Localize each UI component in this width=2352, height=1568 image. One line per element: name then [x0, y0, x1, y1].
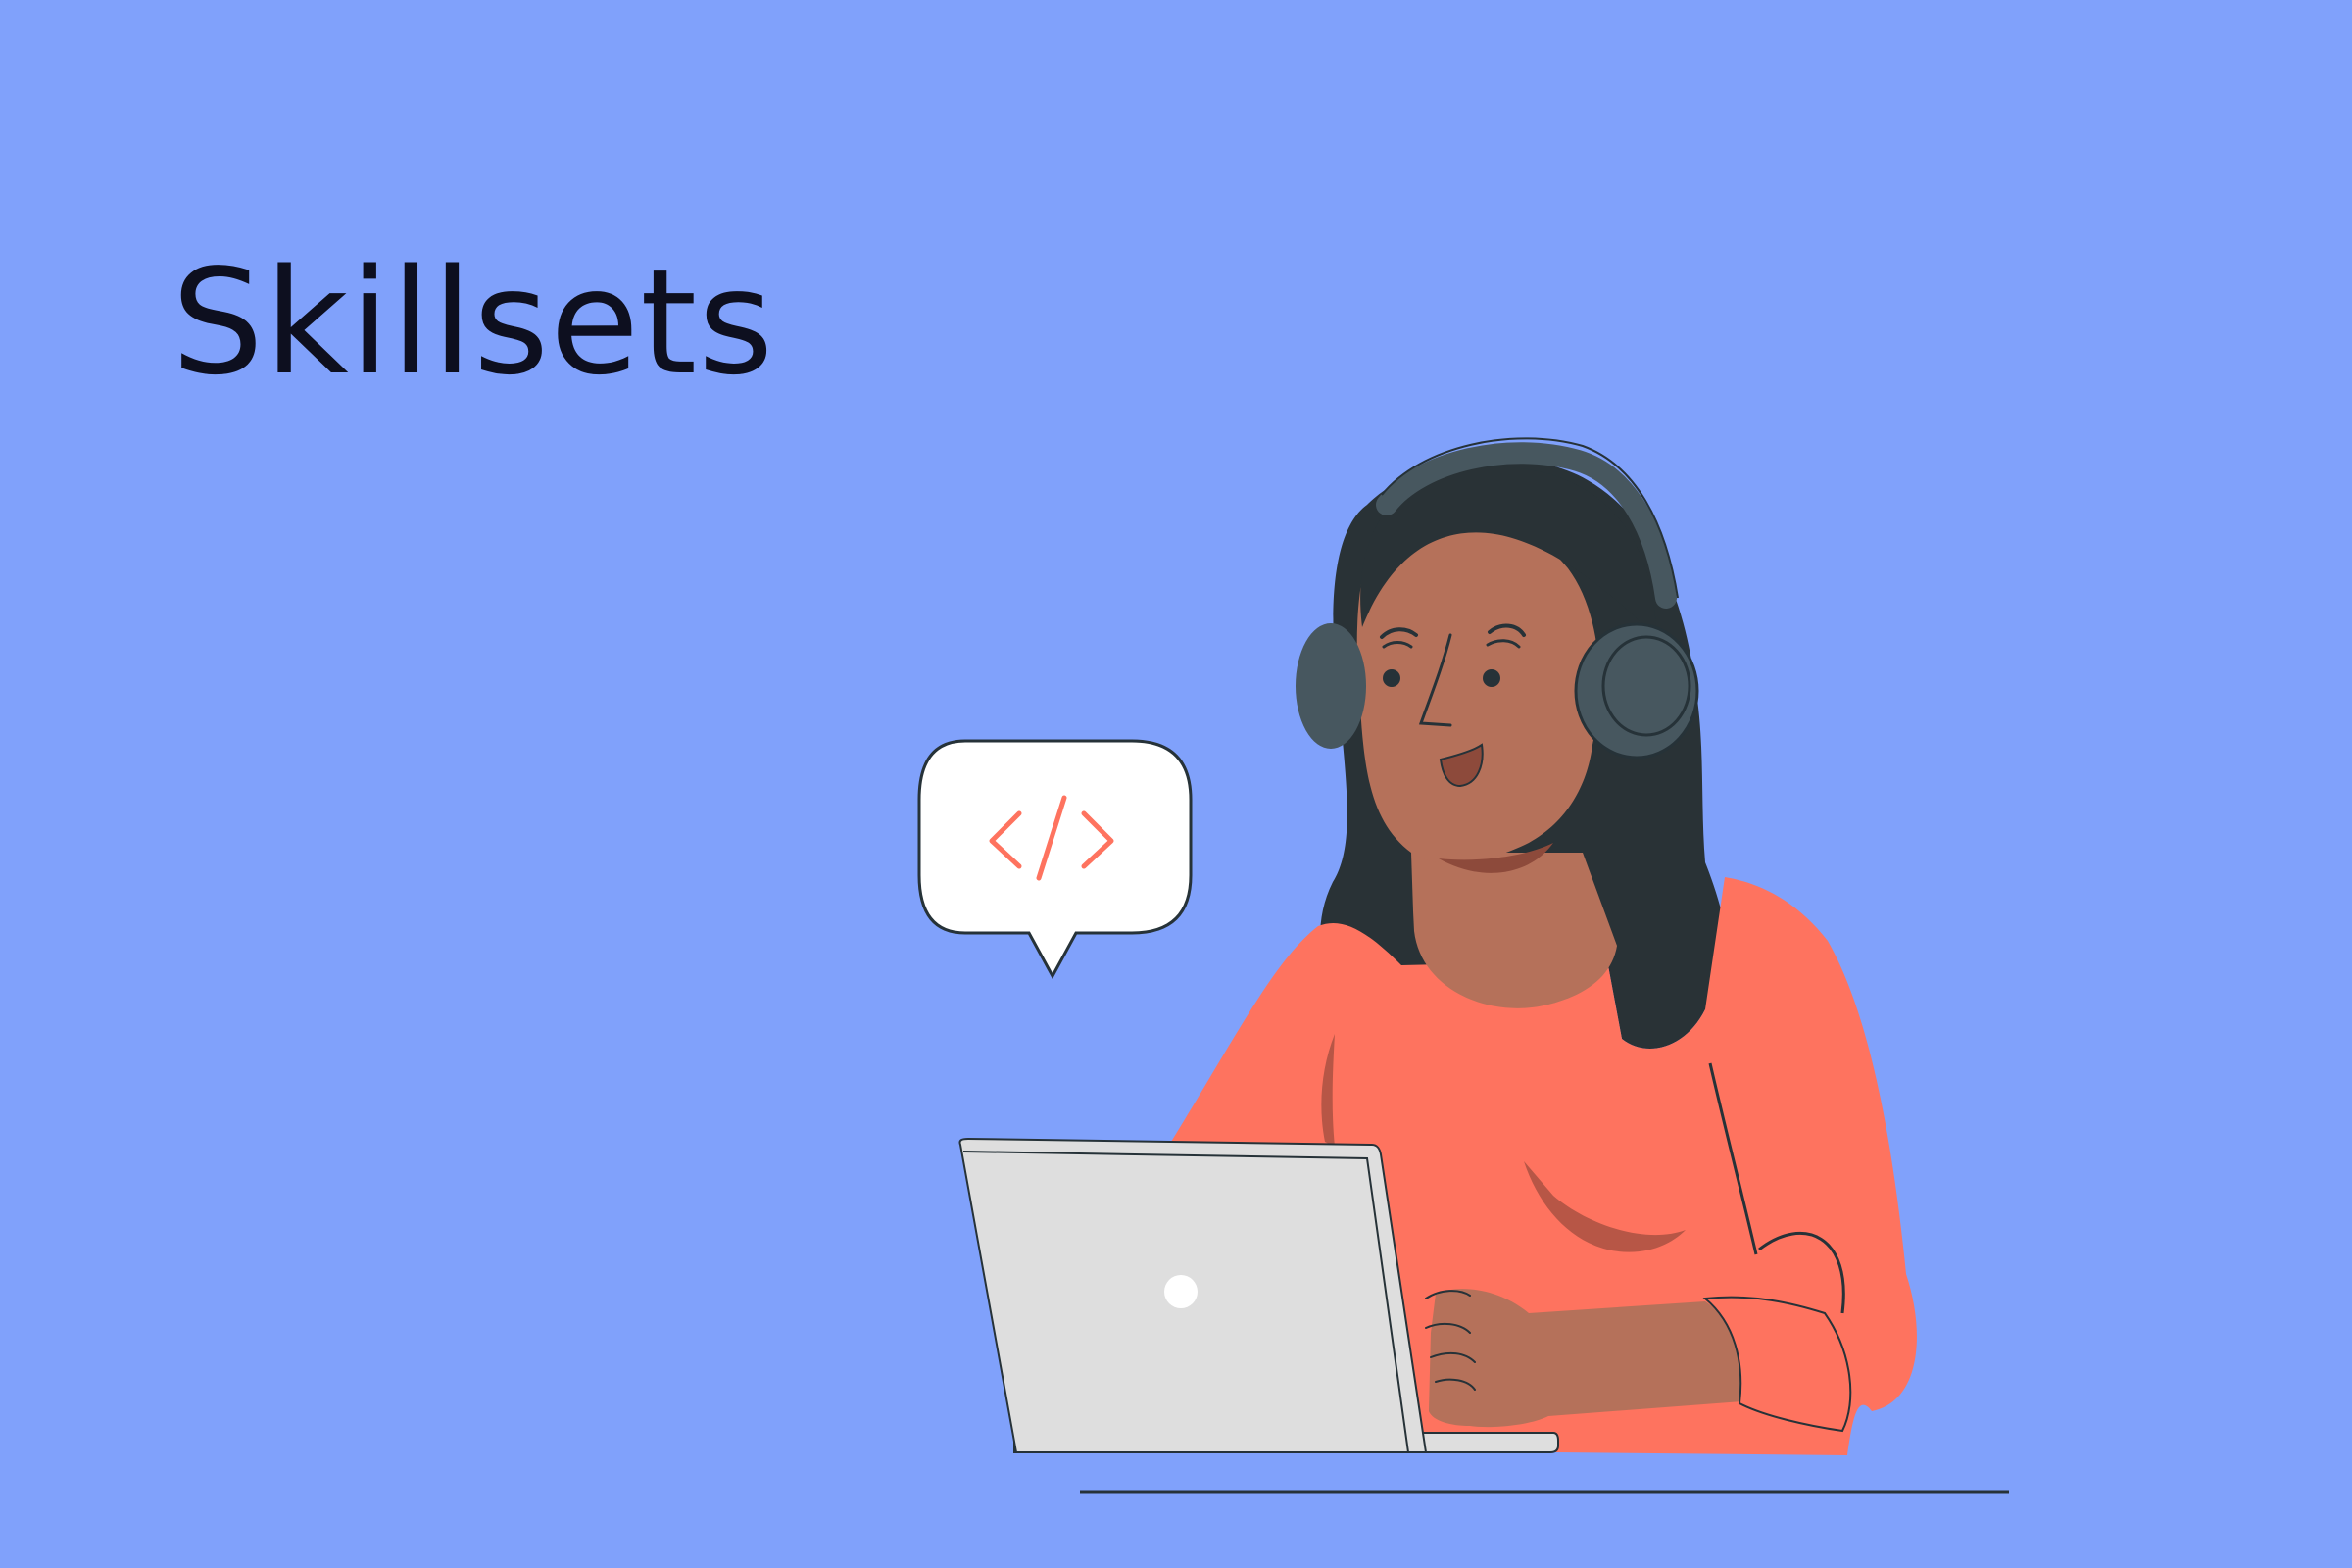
- speech-bubble: [917, 739, 1193, 980]
- headphone-left-icon: [1296, 623, 1366, 749]
- headphone-right-icon: [1574, 622, 1699, 760]
- laptop-logo-icon: [1164, 1275, 1198, 1308]
- eye-left: [1383, 669, 1400, 687]
- page: Skillsets: [0, 0, 2352, 1568]
- illustration: [917, 437, 2009, 1494]
- eye-right: [1483, 669, 1500, 687]
